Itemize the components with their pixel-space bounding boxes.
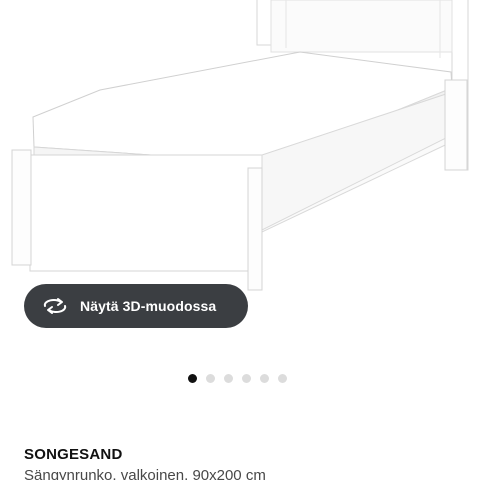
carousel-dot-2[interactable] bbox=[206, 373, 215, 383]
carousel-dot-5[interactable] bbox=[260, 373, 269, 383]
carousel-dot-1[interactable] bbox=[188, 373, 197, 383]
product-name: SONGESAND bbox=[24, 446, 123, 463]
carousel-dot-6[interactable] bbox=[278, 373, 287, 383]
product-page: Näytä 3D-muodossa SONGESAND Sängynrunko,… bbox=[0, 0, 480, 480]
view-in-3d-button[interactable]: Näytä 3D-muodossa bbox=[24, 284, 248, 328]
product-description: Sängynrunko, valkoinen, 90x200 cm bbox=[24, 467, 266, 480]
rotate-3d-icon bbox=[42, 296, 68, 316]
carousel-dot-4[interactable] bbox=[242, 373, 251, 383]
view-in-3d-label: Näytä 3D-muodossa bbox=[80, 298, 217, 314]
carousel-dot-3[interactable] bbox=[224, 373, 233, 383]
image-carousel-indicator bbox=[188, 373, 296, 383]
